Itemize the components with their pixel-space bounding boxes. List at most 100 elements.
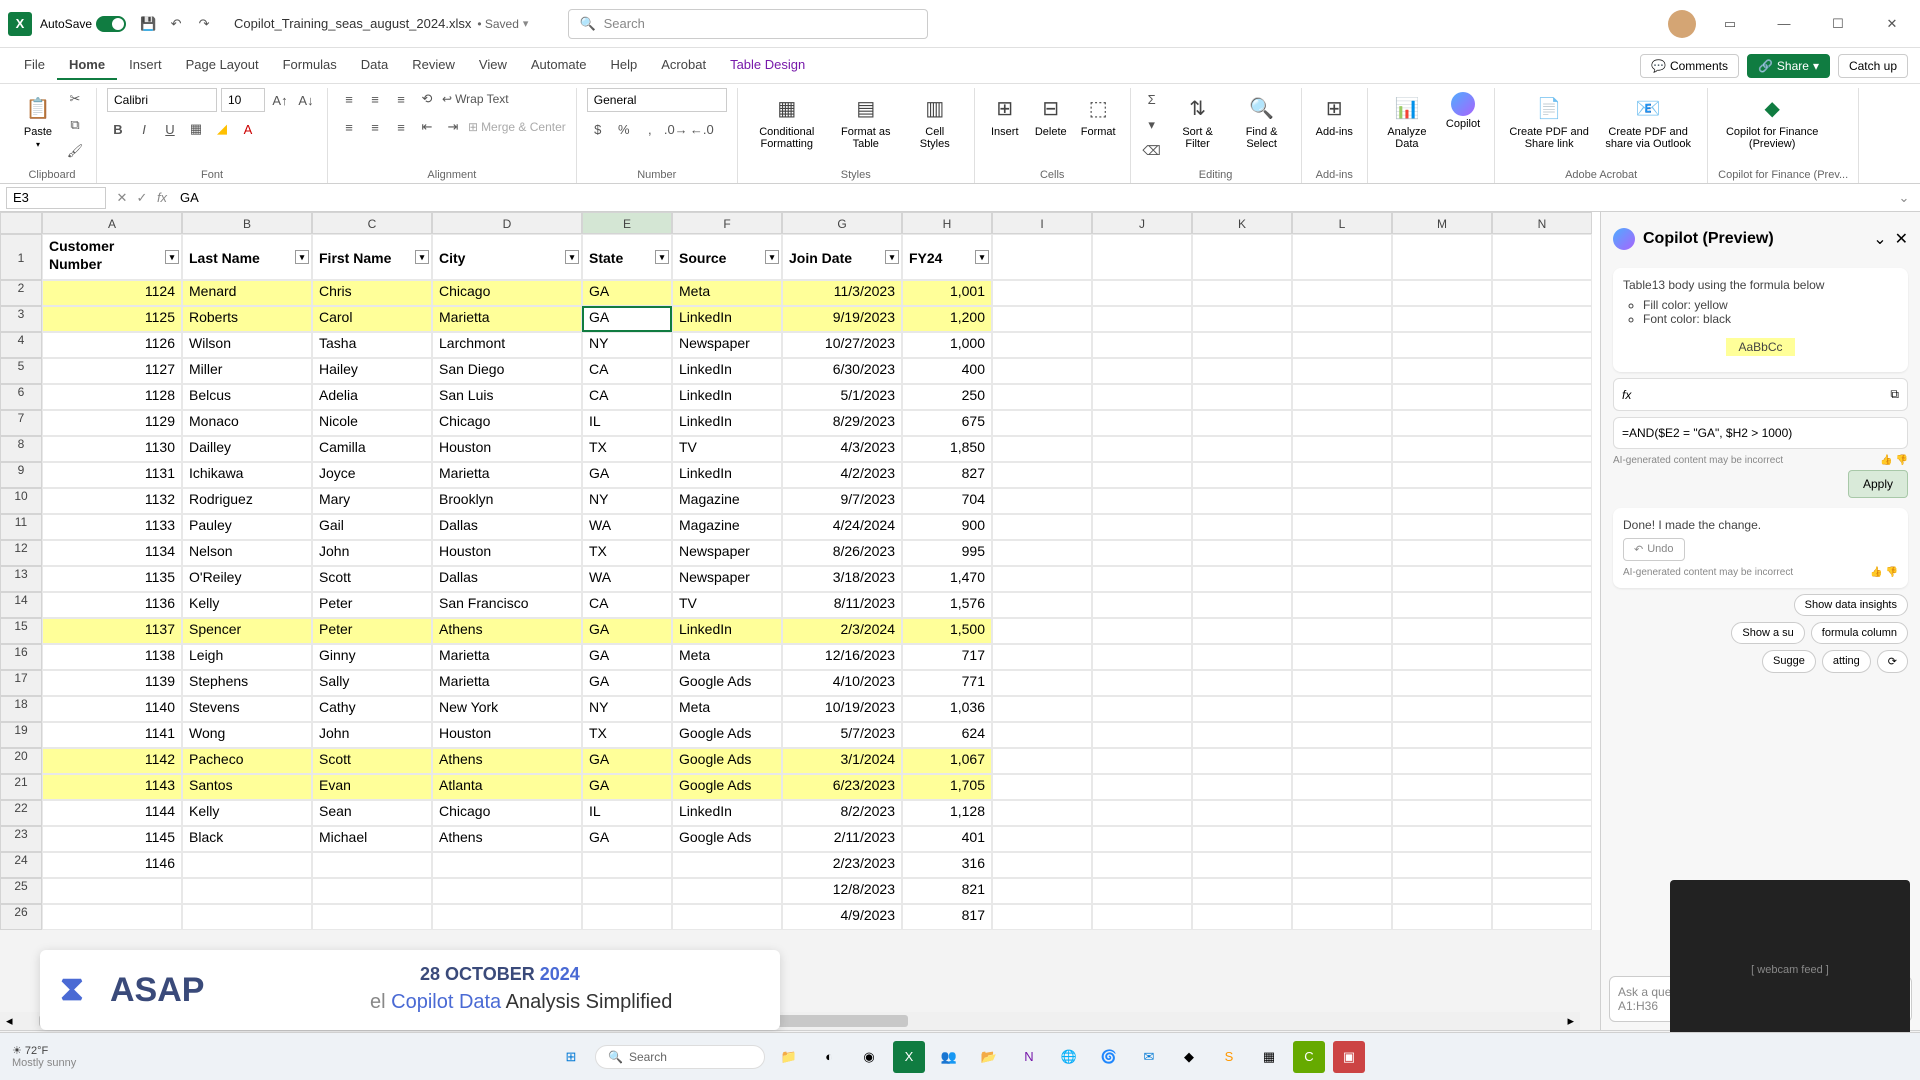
data-cell[interactable]: Atlanta: [432, 774, 582, 800]
data-cell[interactable]: TX: [582, 722, 672, 748]
empty-cell[interactable]: [1392, 332, 1492, 358]
data-cell[interactable]: John: [312, 722, 432, 748]
empty-cell[interactable]: [992, 618, 1092, 644]
empty-cell[interactable]: [1292, 306, 1392, 332]
sort-filter-button[interactable]: ⇅Sort & Filter: [1169, 88, 1227, 154]
data-cell[interactable]: Magazine: [672, 488, 782, 514]
data-cell[interactable]: 1,036: [902, 696, 992, 722]
empty-cell[interactable]: [1492, 488, 1592, 514]
data-cell[interactable]: Carol: [312, 306, 432, 332]
suggestion-data-insights[interactable]: Show data insights: [1794, 594, 1908, 616]
column-header-F[interactable]: F: [672, 212, 782, 234]
column-header-G[interactable]: G: [782, 212, 902, 234]
data-cell[interactable]: Marietta: [432, 462, 582, 488]
empty-cell[interactable]: [1092, 904, 1192, 930]
font-color-icon[interactable]: A: [237, 118, 259, 140]
data-cell[interactable]: Meta: [672, 280, 782, 306]
empty-cell[interactable]: [1292, 722, 1392, 748]
data-cell[interactable]: 3/18/2023: [782, 566, 902, 592]
decrease-font-icon[interactable]: A↓: [295, 89, 317, 111]
data-cell[interactable]: 10/19/2023: [782, 696, 902, 722]
data-cell[interactable]: 2/11/2023: [782, 826, 902, 852]
empty-cell[interactable]: [1392, 358, 1492, 384]
suggestion-partial2[interactable]: Sugge: [1762, 650, 1816, 673]
empty-cell[interactable]: [1192, 566, 1292, 592]
empty-cell[interactable]: [1292, 358, 1392, 384]
empty-cell[interactable]: [992, 826, 1092, 852]
tab-automate[interactable]: Automate: [519, 51, 599, 80]
data-cell[interactable]: IL: [582, 800, 672, 826]
ribbon-mode-icon[interactable]: ▭: [1710, 4, 1750, 44]
data-cell[interactable]: 1137: [42, 618, 182, 644]
data-cell[interactable]: 1142: [42, 748, 182, 774]
data-cell[interactable]: Roberts: [182, 306, 312, 332]
empty-cell[interactable]: [1392, 306, 1492, 332]
data-cell[interactable]: [182, 878, 312, 904]
data-cell[interactable]: 1144: [42, 800, 182, 826]
empty-cell[interactable]: [992, 878, 1092, 904]
data-cell[interactable]: [672, 904, 782, 930]
empty-cell[interactable]: [992, 280, 1092, 306]
row-header[interactable]: 25: [0, 878, 42, 904]
data-cell[interactable]: Pauley: [182, 514, 312, 540]
data-cell[interactable]: 1,576: [902, 592, 992, 618]
empty-cell[interactable]: [1492, 234, 1592, 280]
tab-view[interactable]: View: [467, 51, 519, 80]
empty-cell[interactable]: [1492, 774, 1592, 800]
empty-cell[interactable]: [1392, 878, 1492, 904]
empty-cell[interactable]: [1292, 878, 1392, 904]
empty-cell[interactable]: [1392, 462, 1492, 488]
row-header[interactable]: 8: [0, 436, 42, 462]
data-cell[interactable]: Pacheco: [182, 748, 312, 774]
data-cell[interactable]: Sean: [312, 800, 432, 826]
taskbar-explorer-icon[interactable]: 📂: [973, 1041, 1005, 1073]
analyze-data-button[interactable]: 📊Analyze Data: [1378, 88, 1436, 154]
data-cell[interactable]: [582, 852, 672, 878]
empty-cell[interactable]: [1192, 306, 1292, 332]
empty-cell[interactable]: [1092, 670, 1192, 696]
empty-cell[interactable]: [1092, 566, 1192, 592]
data-cell[interactable]: 704: [902, 488, 992, 514]
decrease-decimal-icon[interactable]: ←.0: [691, 118, 713, 140]
data-cell[interactable]: 1131: [42, 462, 182, 488]
data-cell[interactable]: Chris: [312, 280, 432, 306]
taskbar-edge-icon[interactable]: 🌀: [1093, 1041, 1125, 1073]
empty-cell[interactable]: [992, 566, 1092, 592]
data-cell[interactable]: 1126: [42, 332, 182, 358]
data-cell[interactable]: [672, 878, 782, 904]
row-header[interactable]: 19: [0, 722, 42, 748]
data-cell[interactable]: Miller: [182, 358, 312, 384]
row-header[interactable]: 7: [0, 410, 42, 436]
create-pdf-share-button[interactable]: 📄Create PDF and Share link: [1505, 88, 1593, 154]
table-header-cell[interactable]: FY24▾: [902, 234, 992, 280]
data-cell[interactable]: Michael: [312, 826, 432, 852]
data-cell[interactable]: GA: [582, 618, 672, 644]
underline-icon[interactable]: U: [159, 118, 181, 140]
data-cell[interactable]: 1134: [42, 540, 182, 566]
empty-cell[interactable]: [992, 358, 1092, 384]
thumbs-up-icon[interactable]: 👍: [1880, 455, 1892, 466]
empty-cell[interactable]: [1092, 800, 1192, 826]
data-cell[interactable]: 1,000: [902, 332, 992, 358]
data-cell[interactable]: 4/24/2024: [782, 514, 902, 540]
empty-cell[interactable]: [1392, 852, 1492, 878]
suggestion-formula-column[interactable]: formula column: [1811, 622, 1908, 644]
empty-cell[interactable]: [992, 384, 1092, 410]
taskbar-app-icon[interactable]: ◆: [1173, 1041, 1205, 1073]
data-cell[interactable]: 1124: [42, 280, 182, 306]
data-cell[interactable]: Marietta: [432, 670, 582, 696]
data-cell[interactable]: Google Ads: [672, 826, 782, 852]
empty-cell[interactable]: [992, 852, 1092, 878]
empty-cell[interactable]: [1492, 332, 1592, 358]
data-cell[interactable]: Google Ads: [672, 722, 782, 748]
taskbar-outlook-icon[interactable]: ✉: [1133, 1041, 1165, 1073]
empty-cell[interactable]: [1492, 852, 1592, 878]
data-cell[interactable]: CA: [582, 358, 672, 384]
suggestion-partial[interactable]: Show a su: [1731, 622, 1804, 644]
empty-cell[interactable]: [1292, 410, 1392, 436]
tab-review[interactable]: Review: [400, 51, 467, 80]
empty-cell[interactable]: [1092, 410, 1192, 436]
data-cell[interactable]: 6/23/2023: [782, 774, 902, 800]
clear-icon[interactable]: ⌫: [1141, 140, 1163, 162]
data-cell[interactable]: Meta: [672, 696, 782, 722]
